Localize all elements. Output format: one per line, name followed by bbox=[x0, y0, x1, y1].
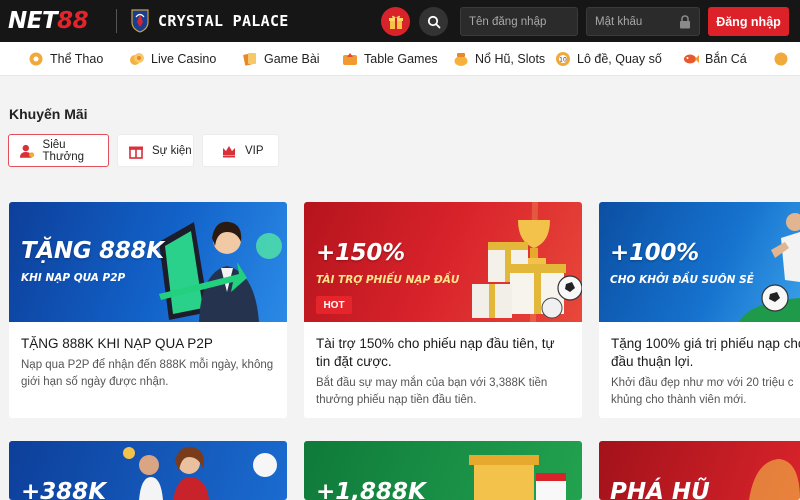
nav-item-slots[interactable]: Nổ Hũ, Slots bbox=[453, 42, 546, 75]
vip-crown-icon bbox=[223, 145, 235, 157]
tab-vip[interactable]: VIP bbox=[202, 134, 279, 167]
login-button[interactable]: Đăng nhập bbox=[708, 7, 789, 36]
tab-label: Sự kiện bbox=[152, 144, 192, 157]
card-description: Nạp qua P2P để nhận đến 888K mỗi ngày, k… bbox=[21, 359, 274, 388]
banner-headline: TẶNG 888K bbox=[21, 238, 164, 264]
nav-item-sports[interactable]: Thể Thao bbox=[28, 42, 104, 75]
crystal-palace-crest-icon bbox=[131, 9, 149, 33]
promo-banner: TẶNG 888K KHI NẠP QUA P2P bbox=[9, 202, 287, 322]
banner-subline: TÀI TRỢ PHIẾU NẠP ĐẦU bbox=[316, 274, 460, 286]
nav-item-more[interactable] bbox=[773, 42, 795, 75]
banner-headline: PHÁ HŨ bbox=[610, 479, 710, 500]
gift-button[interactable] bbox=[381, 7, 410, 36]
svg-text:10: 10 bbox=[559, 57, 567, 64]
logo-prefix: NET bbox=[8, 8, 58, 34]
nav-label: Nổ Hũ, Slots bbox=[475, 52, 546, 66]
search-button[interactable] bbox=[419, 7, 448, 36]
partner-name: CRYSTAL PALACE bbox=[158, 12, 289, 30]
user-bonus-icon bbox=[19, 144, 35, 158]
nav-label: Thể Thao bbox=[50, 52, 104, 66]
promo-card-first-deposit[interactable]: +150% TÀI TRỢ PHIẾU NẠP ĐẦU HOT Tài trợ … bbox=[304, 202, 582, 418]
brand-logo[interactable]: NET88 bbox=[8, 8, 89, 34]
nav-label: Table Games bbox=[364, 52, 438, 66]
table-games-icon bbox=[343, 53, 357, 65]
password-field-wrap bbox=[586, 7, 700, 36]
card-description: Khởi đầu đẹp như mơ với 20 triệu c khủng… bbox=[611, 377, 794, 406]
promo-card-388k[interactable]: +388K bbox=[9, 441, 287, 500]
sports-ball-icon bbox=[29, 52, 43, 66]
promo-card-welcome[interactable]: +100% CHO KHỞI ĐẦU SUÔN SẺ Tặng 100% giá… bbox=[599, 202, 800, 418]
gift-box-icon bbox=[129, 146, 143, 159]
nav-item-card-games[interactable]: Game Bài bbox=[242, 42, 320, 75]
hot-badge: HOT bbox=[316, 296, 352, 314]
nav-label: Live Casino bbox=[151, 52, 217, 66]
promo-card-p2p[interactable]: TẶNG 888K KHI NẠP QUA P2P TẶNG 888K KHI … bbox=[9, 202, 287, 418]
nav-item-lottery[interactable]: 10 Lô đề, Quay số bbox=[555, 42, 662, 75]
nav-label: Bắn Cá bbox=[705, 52, 747, 66]
gift-icon bbox=[388, 15, 403, 29]
banner-headline: +150% bbox=[316, 240, 405, 266]
card-title: Tặng 100% giá trị phiếu nạp cho đầu thuậ… bbox=[611, 336, 800, 369]
card-title: TẶNG 888K KHI NẠP QUA P2P bbox=[21, 336, 213, 351]
nav-label: Lô đề, Quay số bbox=[577, 52, 662, 66]
promo-card-jackpot[interactable]: PHÁ HŨ bbox=[599, 441, 800, 500]
playing-cards-icon bbox=[243, 53, 256, 66]
card-title: Tài trợ 150% cho phiếu nạp đầu tiên, tự … bbox=[316, 336, 555, 369]
nav-item-table-games[interactable]: Table Games bbox=[342, 42, 438, 75]
tab-super-bonus[interactable]: Siêu Thưởng bbox=[8, 134, 109, 167]
casino-chips-icon bbox=[130, 53, 144, 65]
more-category-icon bbox=[774, 52, 788, 66]
banner-subline: KHI NẠP QUA P2P bbox=[21, 272, 126, 284]
nav-label: Game Bài bbox=[264, 52, 320, 66]
tab-label: Siêu Thưởng bbox=[42, 138, 84, 163]
page-title: Khuyến Mãi bbox=[9, 106, 88, 122]
banner-headline: +1,888K bbox=[316, 479, 426, 500]
promo-card-1888k[interactable]: +1,888K bbox=[304, 441, 582, 500]
logo-suffix: 88 bbox=[57, 8, 89, 34]
username-field-wrap bbox=[460, 7, 578, 36]
nav-item-live-casino[interactable]: Live Casino bbox=[129, 42, 217, 75]
fish-icon bbox=[684, 54, 699, 64]
tab-events[interactable]: Sự kiện bbox=[117, 134, 194, 167]
tab-label: VIP bbox=[245, 144, 264, 157]
banner-subline: CHO KHỞI ĐẦU SUÔN SẺ bbox=[610, 274, 754, 286]
promo-banner: +150% TÀI TRỢ PHIẾU NẠP ĐẦU HOT bbox=[304, 202, 582, 322]
lock-icon bbox=[680, 15, 690, 29]
username-input[interactable] bbox=[461, 8, 577, 35]
promo-banner: +100% CHO KHỞI ĐẦU SUÔN SẺ bbox=[599, 202, 800, 322]
header-divider bbox=[116, 9, 117, 33]
banner-headline: +388K bbox=[21, 479, 107, 500]
banner-headline: +100% bbox=[610, 240, 699, 266]
category-nav: Thể Thao Live Casino Game Bài Table Game… bbox=[0, 42, 800, 76]
slot-jar-icon bbox=[454, 53, 468, 66]
search-icon bbox=[427, 15, 440, 28]
card-description: Bắt đầu sự may mắn của bạn với 3,388K ti… bbox=[316, 377, 548, 406]
lottery-ball-icon: 10 bbox=[556, 52, 570, 66]
top-bar: NET88 CRYSTAL PALACE Đăng nhập bbox=[0, 0, 800, 42]
nav-item-fishing[interactable]: Bắn Cá bbox=[683, 42, 747, 75]
